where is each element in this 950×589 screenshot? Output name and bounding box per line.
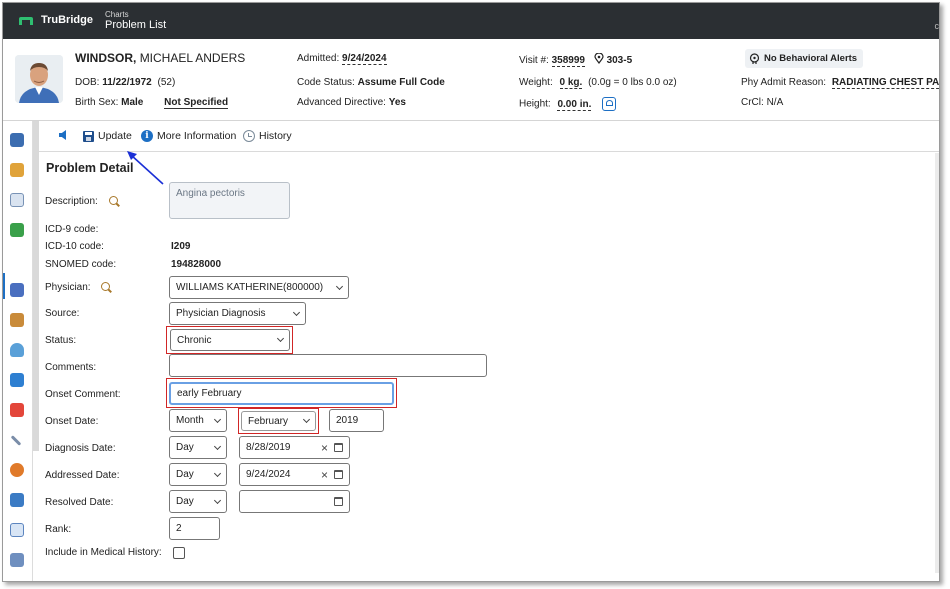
- chevron-down-icon: [302, 415, 311, 424]
- resolved-date-input[interactable]: [239, 490, 350, 513]
- diagnosis-precision-value: Day: [176, 442, 194, 453]
- description-field: Angina pectoris: [169, 182, 290, 219]
- diagnosis-date-input[interactable]: 8/28/2019 ×: [239, 436, 350, 459]
- app-window: TruBridge Charts Problem List c WINDSOR,…: [2, 2, 940, 582]
- clear-icon[interactable]: ×: [321, 469, 328, 481]
- icd10-label: ICD-10 code:: [45, 241, 104, 252]
- onset-year-value: 2019: [336, 415, 359, 426]
- icd10-value: I209: [171, 241, 191, 252]
- onset-comment-input[interactable]: early February: [169, 382, 394, 405]
- physician-select[interactable]: WILLIAMS KATHERINE(800000): [169, 276, 349, 299]
- calendar-icon[interactable]: [334, 497, 343, 506]
- addressed-precision-select[interactable]: Day: [169, 463, 227, 486]
- addressed-precision-value: Day: [176, 469, 194, 480]
- chevron-down-icon: [213, 415, 222, 423]
- status-value: Chronic: [177, 334, 212, 346]
- onset-precision-value: Month: [176, 415, 204, 426]
- physician-value: WILLIAMS KATHERINE(800000): [176, 282, 324, 293]
- onset-precision-select[interactable]: Month: [169, 409, 227, 432]
- diagnosis-date-label: Diagnosis Date:: [45, 443, 116, 454]
- onset-month-select[interactable]: February: [241, 411, 316, 431]
- onset-year-input[interactable]: 2019: [329, 409, 384, 432]
- status-label: Status:: [45, 335, 77, 346]
- chevron-down-icon: [276, 334, 285, 343]
- rank-label: Rank:: [45, 524, 72, 535]
- calendar-icon[interactable]: [334, 443, 343, 452]
- diagnosis-date-value: 8/28/2019: [246, 442, 291, 453]
- calendar-icon[interactable]: [334, 470, 343, 479]
- onset-comment-label: Onset Comment:: [45, 389, 121, 400]
- source-select[interactable]: Physician Diagnosis: [169, 302, 306, 325]
- status-select[interactable]: Chronic: [170, 329, 290, 351]
- annotation-arrow-icon: [127, 151, 164, 185]
- snomed-value: 194828000: [171, 259, 222, 270]
- comments-label: Comments:: [45, 362, 97, 373]
- comments-input[interactable]: [169, 354, 487, 377]
- onset-comment-value: early February: [177, 388, 242, 399]
- physician-search-icon[interactable]: [101, 282, 111, 291]
- resolved-precision-select[interactable]: Day: [169, 490, 227, 513]
- rank-value: 2: [176, 523, 182, 534]
- description-label: Description:: [45, 196, 118, 207]
- include-history-checkbox[interactable]: [173, 547, 185, 559]
- physician-label-text: Physician:: [45, 282, 91, 293]
- problem-detail-title: Problem Detail: [46, 161, 134, 175]
- source-value: Physician Diagnosis: [176, 308, 266, 319]
- resolved-precision-value: Day: [176, 496, 194, 507]
- description-label-text: Description:: [45, 196, 98, 207]
- description-search-icon[interactable]: [108, 196, 118, 205]
- addressed-date-input[interactable]: 9/24/2024 ×: [239, 463, 350, 486]
- rank-input[interactable]: 2: [169, 517, 220, 540]
- main-scrollbar[interactable]: [935, 153, 939, 573]
- resolved-date-label: Resolved Date:: [45, 497, 114, 508]
- source-label: Source:: [45, 308, 80, 319]
- diagnosis-precision-select[interactable]: Day: [169, 436, 227, 459]
- snomed-label: SNOMED code:: [45, 259, 117, 270]
- onset-month-value: February: [248, 415, 289, 427]
- include-history-label: Include in Medical History:: [45, 547, 162, 558]
- chevron-down-icon: [213, 469, 222, 477]
- description-value: Angina pectoris: [176, 188, 245, 199]
- addressed-date-value: 9/24/2024: [246, 469, 291, 480]
- physician-label: Physician:: [45, 282, 111, 293]
- chevron-down-icon: [335, 282, 344, 290]
- chevron-down-icon: [292, 308, 301, 316]
- onset-date-label: Onset Date:: [45, 416, 99, 427]
- icd9-label: ICD-9 code:: [45, 224, 99, 235]
- addressed-date-label: Addressed Date:: [45, 470, 120, 481]
- chevron-down-icon: [213, 496, 222, 504]
- chevron-down-icon: [213, 442, 222, 450]
- clear-icon[interactable]: ×: [321, 442, 328, 454]
